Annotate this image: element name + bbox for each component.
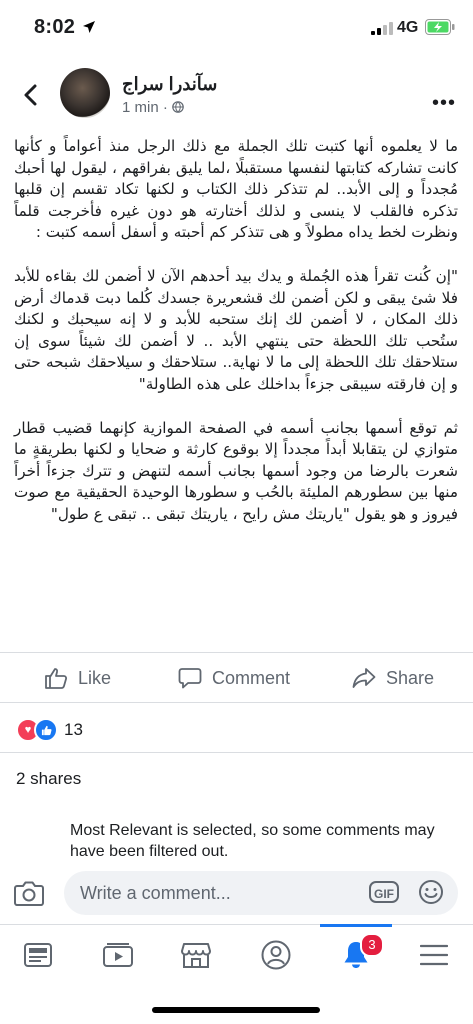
video-play-icon (103, 943, 133, 967)
thumbs-up-reaction-icon (34, 718, 58, 742)
comment-composer: Write a comment... GIF (0, 866, 473, 922)
signal-bars-icon (371, 22, 393, 35)
location-arrow-icon (83, 21, 95, 33)
post-header: سآندرا سراج 1 min · ••• (0, 62, 473, 126)
like-label: Like (78, 667, 112, 688)
post-time: 1 min (122, 99, 159, 116)
marketplace-icon (181, 943, 211, 968)
active-tab-indicator (320, 924, 392, 927)
divider (0, 752, 473, 753)
tab-news-feed[interactable] (18, 935, 58, 975)
post-paragraph: ما لا يعلموه أنها كتبت تلك الجملة مع ذلك… (14, 137, 458, 242)
author-name[interactable]: سآندرا سراج (122, 74, 217, 95)
comment-button[interactable]: Comment (178, 667, 290, 689)
comment-label: Comment (212, 667, 291, 688)
post-meta: 1 min · (122, 99, 184, 116)
tab-marketplace[interactable] (176, 935, 216, 975)
battery-charging-icon (425, 19, 455, 35)
profile-icon (261, 940, 291, 970)
network-label: 4G (397, 19, 419, 36)
tab-bar: 3 (0, 924, 473, 985)
post-paragraph: ثم توقع أسمها بجانب أسمه في الصفحة الموا… (14, 418, 458, 523)
post-body: ما لا يعلموه أنها كتبت تلك الجملة مع ذلك… (14, 136, 458, 548)
hamburger-menu-icon (420, 944, 448, 966)
news-feed-icon (24, 943, 52, 967)
share-button[interactable]: Share (352, 667, 434, 689)
notification-badge: 3 (360, 933, 384, 957)
post-actions: Like Comment Share (0, 652, 473, 703)
tab-menu[interactable] (414, 935, 454, 975)
globe-icon (172, 101, 184, 113)
tab-watch[interactable] (98, 935, 138, 975)
emoji-icon[interactable] (418, 879, 444, 905)
reactions-summary[interactable]: ♥ 13 (16, 718, 83, 742)
share-label: Share (386, 667, 435, 688)
reaction-count: 13 (64, 720, 83, 739)
thumbs-up-icon (45, 668, 68, 689)
status-time: 8:02 (34, 16, 76, 38)
comment-bubble-icon (178, 668, 202, 689)
avatar[interactable] (60, 68, 110, 118)
divider (0, 702, 473, 703)
more-dots-icon[interactable]: ••• (432, 92, 456, 115)
status-bar: 8:02 4G (0, 0, 473, 56)
tab-profile[interactable] (256, 935, 296, 975)
home-indicator (152, 1007, 320, 1013)
filter-notice: Most Relevant is selected, so some comme… (70, 822, 435, 860)
camera-icon[interactable] (14, 880, 44, 906)
comment-input[interactable]: Write a comment... GIF (64, 871, 458, 915)
post-paragraph: "إن كُنت تقرأ هذه الجُملة و يدك بيد أحده… (14, 266, 458, 393)
shares-count[interactable]: 2 shares (16, 769, 81, 789)
like-button[interactable]: Like (44, 667, 111, 689)
gif-button[interactable]: GIF (369, 881, 399, 903)
comment-placeholder: Write a comment... (80, 883, 231, 903)
share-arrow-icon (352, 668, 376, 688)
separator-dot: · (162, 99, 173, 116)
back-chevron-icon[interactable] (20, 84, 42, 106)
